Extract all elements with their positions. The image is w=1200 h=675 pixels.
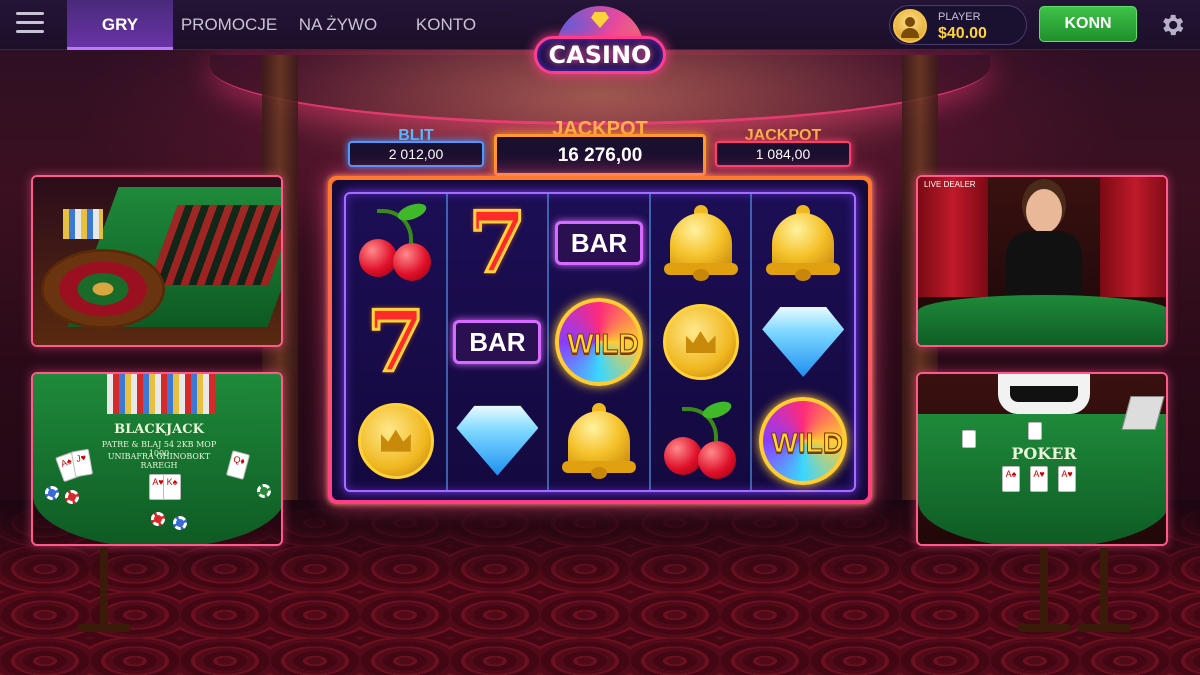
chip-stack — [63, 209, 103, 239]
wild-icon: WILD — [554, 297, 643, 386]
avatar — [893, 9, 927, 43]
poker-game-tile[interactable]: POKER A♠ A♥ A♥ — [916, 372, 1168, 546]
reel-cell — [346, 194, 448, 293]
bar-icon: BAR — [453, 319, 542, 364]
cherry-icon — [662, 397, 740, 479]
tab-games[interactable]: GRY — [67, 0, 173, 50]
roulette-wheel — [41, 249, 165, 329]
jackpot-blit-value: 2 012,00 — [388, 146, 444, 162]
tab-promotions[interactable]: PROMOCJE — [176, 0, 282, 50]
casino-logo[interactable]: CASINO — [534, 6, 666, 74]
jackpot-small-box: 1 084,00 — [715, 141, 851, 167]
diamond-icon — [762, 306, 845, 377]
reel-cell — [651, 292, 753, 392]
gear-icon[interactable] — [1158, 11, 1186, 39]
blackjack-line3: UNIBAFRA GHINOBOKT RAREGH — [107, 452, 211, 470]
reel-grid[interactable]: 7 BAR 7 BAR WILD WILD — [344, 192, 856, 492]
hamburger-menu-icon[interactable] — [16, 12, 44, 36]
player-label: PLAYER — [938, 11, 981, 23]
curtain-left — [918, 177, 988, 297]
bell-icon — [766, 205, 841, 282]
reel-cell: 7 — [346, 291, 448, 392]
bar-icon: BAR — [554, 221, 643, 266]
reel-cell — [752, 293, 854, 392]
crown-coin-icon — [662, 303, 739, 380]
reel-cell — [752, 194, 854, 293]
reel-cell — [549, 391, 651, 490]
seven-icon: 7 — [365, 291, 426, 391]
chip-tray — [107, 374, 215, 414]
bell-icon — [561, 402, 636, 479]
live-dealer-label: LIVE DEALER — [924, 180, 976, 189]
reel-cell — [448, 391, 550, 490]
reel-cell — [651, 194, 753, 293]
wild-icon: WILD — [759, 396, 848, 485]
blackjack-game-tile[interactable]: BLACKJACK PATRE & BLAJ 54 2KB MOP 1000 U… — [31, 372, 283, 546]
reel-cell: BAR — [448, 292, 550, 392]
reel-cell — [346, 391, 448, 490]
blackjack-title: BLACKJACK — [114, 422, 204, 437]
roulette-game-tile[interactable] — [31, 175, 283, 347]
reel-cell: WILD — [752, 391, 854, 490]
crown-coin-icon — [357, 402, 434, 479]
player-balance: $40.00 — [938, 25, 987, 42]
logo-text: CASINO — [534, 36, 666, 74]
player-balance-widget[interactable]: PLAYER $40.00 — [889, 5, 1027, 45]
bell-icon — [663, 205, 738, 282]
cherry-icon — [357, 200, 435, 282]
seven-icon: 7 — [467, 193, 528, 293]
reel-cell: 7 — [448, 194, 550, 293]
reel-cell: WILD — [549, 292, 651, 392]
reel-cell — [651, 391, 753, 490]
login-button[interactable]: KONN — [1039, 6, 1137, 42]
jackpot-main-value: 16 276,00 — [557, 145, 643, 166]
diamond-icon — [456, 405, 539, 476]
poker-title: POKER — [1011, 444, 1077, 463]
curtain-right — [1100, 177, 1166, 297]
jackpot-blit-box: 2 012,00 — [348, 141, 484, 167]
jackpot-main-box: 16 276,00 — [494, 134, 706, 176]
tab-account[interactable]: KONTO — [400, 0, 492, 50]
reel-cell: BAR — [549, 194, 651, 293]
dealer-arms — [998, 374, 1090, 414]
live-dealer-tile[interactable]: LIVE DEALER — [916, 175, 1168, 347]
jackpot-small-value: 1 084,00 — [755, 146, 811, 162]
dealer-head — [1026, 189, 1062, 233]
slot-machine[interactable]: 7 BAR 7 BAR WILD WILD — [328, 176, 872, 504]
tab-live[interactable]: NA ŻYWO — [288, 0, 388, 50]
dealer-body — [1006, 231, 1082, 301]
